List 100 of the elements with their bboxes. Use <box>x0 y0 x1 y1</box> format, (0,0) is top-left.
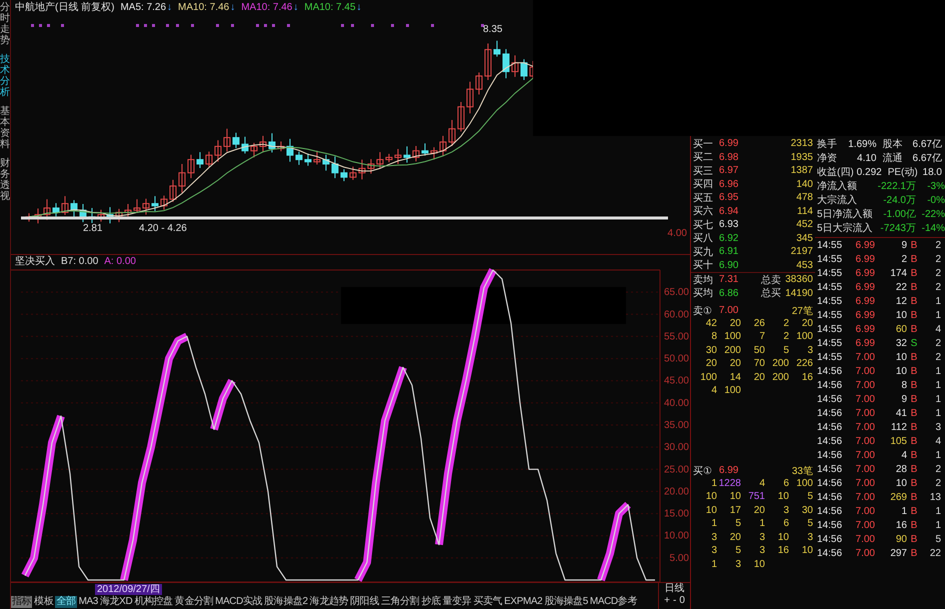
bid-level-name: 买四 <box>693 178 714 192</box>
tick-side: B <box>910 450 918 460</box>
bid-level-name: 买七 <box>693 218 714 232</box>
candlestick <box>206 151 212 168</box>
indicator-tab[interactable]: 模板 <box>34 596 54 608</box>
queue-order-size: 10 <box>728 491 741 504</box>
tick-count: 3 <box>934 422 941 432</box>
tick-price: 7.00 <box>854 492 875 502</box>
tick-count: 1 <box>934 450 941 460</box>
queue-order-size: 100 <box>795 478 813 490</box>
tick-side: B <box>910 296 918 306</box>
stat-value: 1.69% <box>847 138 878 150</box>
queue-order-size: 3 <box>710 532 717 544</box>
candlestick <box>458 101 464 132</box>
bid-price: 6.90 <box>718 260 740 271</box>
tick-side: B <box>910 408 918 418</box>
tick-price: 7.00 <box>854 394 875 404</box>
tick-volume: 10 <box>894 478 907 488</box>
axis-label: 4.00 <box>668 228 687 239</box>
queue-order-size: 3 <box>710 545 717 558</box>
stat-value: 4.10 <box>856 152 878 164</box>
sidebar-tab[interactable]: 分时走势 <box>0 2 10 46</box>
candlestick <box>34 208 42 224</box>
sidebar-tab[interactable]: 基本资料 <box>0 106 10 150</box>
axis-label: 50.00 <box>664 353 689 364</box>
queue-label: 卖① <box>693 304 713 318</box>
indicator-tab[interactable]: 抄底 <box>421 596 441 608</box>
indicator-tab[interactable]: MACD实战 <box>215 596 262 608</box>
tick-volume: 105 <box>889 436 907 446</box>
tick-count: 5 <box>934 534 941 544</box>
queue-order-size: 10 <box>704 491 717 504</box>
tick-volume: 1 <box>900 506 907 516</box>
tick-price: 6.99 <box>854 338 875 348</box>
flow-label: 大宗流入 <box>817 194 858 207</box>
queue-order-size: 100 <box>795 331 813 344</box>
candlestick <box>394 148 402 164</box>
candlestick <box>286 138 294 162</box>
tick-time: 14:56 <box>817 380 844 390</box>
indicator-tab[interactable]: 买卖气 <box>473 596 502 608</box>
zoom-button[interactable]: - <box>672 595 676 608</box>
tick-volume: 12 <box>894 296 907 306</box>
indicator-tab[interactable]: 海龙趋势 <box>310 596 348 608</box>
indicator-tab[interactable]: 三角分割 <box>380 596 420 608</box>
candlestick <box>350 166 356 180</box>
candlestick <box>476 72 482 95</box>
candlestick <box>430 146 438 160</box>
indicator-tab[interactable]: 机构控盘 <box>134 596 173 608</box>
sidebar-tab[interactable]: 财务透视 <box>0 158 10 202</box>
total-volume: 14190 <box>784 288 813 299</box>
stat-label: 股本 <box>882 138 902 151</box>
queue-order-size: 10 <box>776 532 789 544</box>
flow-label: 净流入额 <box>817 180 858 193</box>
tick-time: 14:56 <box>817 548 844 558</box>
zoom-button[interactable]: 0 <box>679 595 685 608</box>
axis-label: 35.00 <box>664 420 689 431</box>
tick-volume: 10 <box>894 366 907 376</box>
indicator-tab[interactable]: EXPMA2 <box>504 596 542 608</box>
queue-order-size: 751 <box>747 491 765 504</box>
tick-side: B <box>910 352 918 362</box>
candlestick <box>142 198 150 216</box>
queue-order-size: 30 <box>800 504 813 518</box>
indicator-tab[interactable]: 量变异 <box>442 596 472 608</box>
indicator-tab[interactable]: MA3 <box>78 596 98 608</box>
tick-price: 7.00 <box>854 422 875 432</box>
candlestick <box>80 204 86 223</box>
axis-label: 65.00 <box>664 286 689 298</box>
indicator-tab[interactable]: 股海操盘2 <box>264 596 308 608</box>
tick-count: 2 <box>934 352 941 362</box>
queue-order-size: 30 <box>704 344 717 358</box>
tick-price: 7.00 <box>854 464 875 474</box>
tick-time: 14:56 <box>817 450 844 460</box>
tick-price: 7.00 <box>854 352 875 362</box>
candlestick <box>502 48 510 79</box>
indicator-tab[interactable]: 黄金分割 <box>174 596 214 608</box>
stat-label: 净资 <box>817 152 837 165</box>
queue-order-size: 4 <box>758 478 765 490</box>
candlestick <box>314 150 320 165</box>
indicator-tab[interactable]: MACD参考 <box>590 596 637 608</box>
queue-order-size: 1 <box>710 518 717 531</box>
tick-price: 6.99 <box>854 296 875 306</box>
tick-side: B <box>910 422 918 432</box>
bid-price: 6.98 <box>718 152 740 163</box>
bid-volume: 345 <box>795 232 813 244</box>
indicator-tab[interactable]: 股海操盘5 <box>544 596 588 608</box>
indicator-tab[interactable]: 阴阳线 <box>350 596 379 608</box>
tick-price: 7.00 <box>854 380 875 390</box>
indicator-tab[interactable]: 全部 <box>55 596 77 608</box>
sidebar-tab[interactable]: 技术分析 <box>0 54 10 98</box>
zoom-button[interactable]: + <box>664 595 670 608</box>
candlestick <box>422 142 428 156</box>
tick-time: 14:56 <box>817 478 844 488</box>
moving-average-reading: MA10: 7.46↓ <box>178 2 236 12</box>
queue-order-size: 200 <box>771 372 789 384</box>
tick-volume: 9 <box>900 240 907 250</box>
indicator-tab[interactable]: 海龙XD <box>100 596 132 608</box>
queue-order-size: 2 <box>782 318 789 330</box>
queue-order-size: 5 <box>782 344 789 358</box>
bid-volume: 1935 <box>790 152 813 163</box>
tick-side: B <box>910 478 918 488</box>
tick-time: 14:55 <box>817 296 844 306</box>
